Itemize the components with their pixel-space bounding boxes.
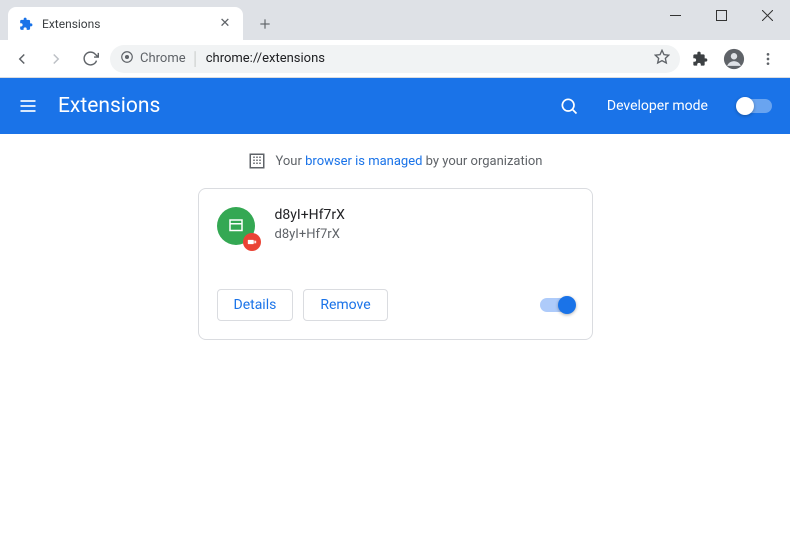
- close-window-button[interactable]: [744, 0, 790, 30]
- back-button[interactable]: [8, 45, 36, 73]
- extensions-button[interactable]: [686, 45, 714, 73]
- extensions-page-header: Extensions Developer mode: [0, 78, 790, 134]
- managed-banner: Your browser is managed by your organiza…: [248, 152, 543, 170]
- minimize-button[interactable]: [652, 0, 698, 30]
- reload-button[interactable]: [76, 45, 104, 73]
- extension-card: d8yI+Hf7rX d8yI+Hf7rX Details Remove: [198, 188, 593, 340]
- extension-name: d8yI+Hf7rX: [275, 207, 345, 223]
- omnibox-separator: │: [192, 51, 200, 67]
- bookmark-star-icon[interactable]: [654, 49, 670, 69]
- tab-title: Extensions: [42, 17, 209, 31]
- remove-button[interactable]: Remove: [303, 289, 387, 321]
- developer-mode-label: Developer mode: [607, 98, 708, 114]
- details-button[interactable]: Details: [217, 289, 294, 321]
- maximize-button[interactable]: [698, 0, 744, 30]
- managed-text: Your browser is managed by your organiza…: [276, 154, 543, 169]
- kebab-menu-button[interactable]: [754, 45, 782, 73]
- developer-mode-toggle[interactable]: [738, 99, 772, 113]
- extensions-content: PC risk.com Your browser is managed by y…: [0, 134, 790, 539]
- search-icon[interactable]: [559, 96, 579, 116]
- url-text: chrome://extensions: [206, 51, 325, 66]
- browser-toolbar: Chrome │ chrome://extensions: [0, 40, 790, 78]
- chrome-origin-icon: [120, 50, 134, 68]
- new-tab-button[interactable]: [253, 12, 277, 36]
- extension-icon: [217, 207, 257, 247]
- window-titlebar: Extensions ✕: [0, 0, 790, 40]
- address-bar[interactable]: Chrome │ chrome://extensions: [110, 45, 680, 73]
- origin-label: Chrome: [140, 51, 186, 66]
- extension-enable-toggle[interactable]: [540, 298, 574, 312]
- building-icon: [248, 152, 266, 170]
- extension-badge-icon: [243, 233, 261, 251]
- puzzle-icon: [18, 16, 34, 32]
- toggle-knob: [558, 296, 576, 314]
- window-controls: [652, 0, 790, 30]
- page-title: Extensions: [58, 94, 539, 118]
- close-tab-icon[interactable]: ✕: [217, 16, 233, 32]
- managed-link[interactable]: browser is managed: [305, 154, 422, 169]
- forward-button[interactable]: [42, 45, 70, 73]
- profile-button[interactable]: [720, 45, 748, 73]
- extension-description: d8yI+Hf7rX: [275, 227, 345, 242]
- toggle-knob: [736, 97, 754, 115]
- menu-icon[interactable]: [18, 96, 38, 116]
- browser-tab[interactable]: Extensions ✕: [8, 7, 243, 40]
